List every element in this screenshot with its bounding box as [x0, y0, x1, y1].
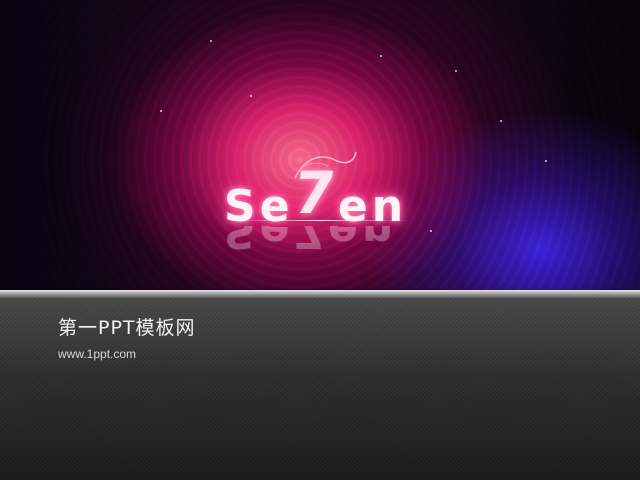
sparkle: [380, 55, 382, 57]
slide-title: 第一PPT模板网: [58, 317, 196, 339]
sparkle: [500, 120, 502, 122]
sparkle: [250, 95, 252, 97]
sparkle: [210, 40, 212, 42]
logo-reflection: Se7en: [224, 226, 398, 254]
logo-suffix: en: [337, 181, 408, 232]
sparkle: [455, 70, 457, 72]
logo-seven: 7: [288, 159, 343, 227]
slide: Se7en Se7en 第一PPT模板网 www.1ppt.com: [0, 0, 640, 480]
sparkle: [160, 110, 162, 112]
site-url: www.1ppt.com: [58, 347, 137, 361]
logo-prefix: Se: [224, 181, 294, 232]
divider-bar: [0, 290, 640, 298]
logo-underline: [230, 220, 410, 221]
hero-image: Se7en Se7en: [0, 0, 640, 292]
logo-text: Se7en: [224, 159, 407, 230]
sparkle: [430, 230, 432, 232]
sparkle: [545, 160, 547, 162]
